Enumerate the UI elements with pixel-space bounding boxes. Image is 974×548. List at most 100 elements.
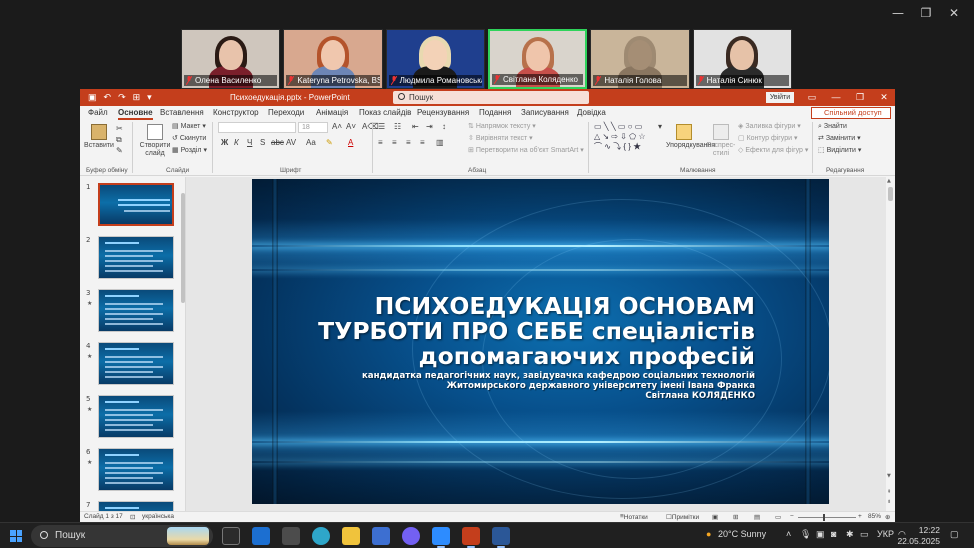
ppt-minimize-icon[interactable]: — — [824, 91, 848, 103]
clock[interactable]: 12:22 22.05.2025 — [897, 525, 940, 547]
undo-icon[interactable]: ↶ — [104, 92, 112, 103]
scroll-down-icon[interactable]: ▼ — [887, 473, 891, 479]
task-view-icon[interactable] — [222, 527, 240, 545]
arrange-button[interactable]: Упорядкування — [666, 124, 715, 150]
word-app-icon[interactable] — [492, 527, 510, 548]
zoom-slider[interactable] — [798, 517, 856, 518]
shadow-icon[interactable]: S — [260, 138, 265, 147]
shapes-gallery[interactable]: ▭ ╲ ╲ ▭ ○ ▭ △ ↘ ⇨ ⇩ ⬠ ☆ ⌒ ∿ ⤵ { } ★ — [594, 122, 662, 154]
participant-tile[interactable]: Олена Василенко — [181, 29, 281, 89]
ribbon-tab[interactable]: Вставлення — [160, 108, 204, 117]
highlight-icon[interactable]: ✎ — [326, 138, 333, 147]
ribbon-tab[interactable]: Довідка — [577, 108, 606, 117]
edge-icon[interactable] — [312, 527, 330, 545]
ribbon-tab[interactable]: Записування — [521, 108, 569, 117]
redo-icon[interactable]: ↷ — [118, 92, 126, 103]
slide-thumbnail[interactable]: 1 — [84, 183, 180, 229]
slide-thumbnail[interactable]: 6 ★ — [84, 448, 180, 494]
paste-button[interactable]: Вставити — [84, 124, 114, 150]
calculator-icon[interactable] — [282, 527, 300, 545]
ribbon-display-icon[interactable]: ▭ — [800, 91, 824, 103]
decrease-font-icon[interactable]: A˅ — [346, 122, 356, 131]
quick-styles-button[interactable]: Експрес-стилі — [706, 124, 736, 158]
ribbon-tab[interactable]: Файл — [88, 108, 108, 117]
next-slide-icon[interactable]: ⇟ — [887, 499, 891, 505]
scroll-up-icon[interactable]: ▲ — [887, 178, 891, 184]
clear-formatting-icon[interactable]: A⌫ — [362, 122, 379, 131]
share-button[interactable]: Спільний доступ — [811, 107, 891, 119]
present-icon[interactable]: ⊞ — [133, 92, 141, 103]
bold-icon[interactable]: Ж — [221, 138, 228, 147]
line-spacing-icon[interactable]: ↕ — [442, 122, 446, 131]
zoom-in-icon[interactable]: + — [858, 513, 862, 520]
justify-icon[interactable]: ≡ — [420, 138, 425, 147]
language-indicator[interactable]: УКР — [877, 529, 894, 539]
find-button[interactable]: ⌕ Знайти — [818, 122, 847, 132]
slide-title[interactable]: ПСИХОЕДУКАЦІЯ ОСНОВАМ ТУРБОТИ ПРО СЕБЕ с… — [295, 294, 755, 369]
signin-button[interactable]: Увійти — [766, 92, 794, 103]
bluetooth-icon[interactable]: ✱ — [846, 529, 854, 540]
shape-fill-button[interactable]: ◈ Заливка фігури ▾ — [738, 122, 801, 132]
increase-indent-icon[interactable]: ⇥ — [426, 122, 433, 131]
slide-sorter-icon[interactable]: ⊞ — [733, 513, 738, 521]
participant-tile[interactable]: Людмила Романовська — [385, 29, 485, 89]
slide-thumbnail[interactable]: 4 ★ — [84, 342, 180, 388]
bullets-icon[interactable]: ☰ — [378, 122, 385, 131]
minimize-icon[interactable]: — — [884, 4, 912, 22]
select-button[interactable]: ⬚ Виділити ▾ — [818, 146, 861, 156]
replace-button[interactable]: ⇄ Замінити ▾ — [818, 134, 861, 144]
tray-app2-icon[interactable]: ◙ — [831, 529, 836, 539]
font-color-icon[interactable]: A — [348, 138, 353, 147]
weather-label[interactable]: 20°C Sunny — [718, 529, 766, 539]
ribbon-tab[interactable]: Анімація — [316, 108, 348, 117]
smartart-button[interactable]: ⊞ Перетворити на об'єкт SmartArt ▾ — [468, 146, 584, 156]
accessibility-icon[interactable]: ⊡ — [130, 513, 135, 521]
new-slide-button[interactable]: Створити слайд — [138, 124, 172, 158]
powerpoint-app-icon[interactable] — [462, 527, 480, 548]
align-text-button[interactable]: ⇳ Вирівняти текст ▾ — [468, 134, 533, 144]
ppt-close-icon[interactable]: ✕ — [872, 91, 896, 103]
columns-icon[interactable]: ▥ — [436, 138, 444, 147]
slideshow-icon[interactable]: ▭ — [775, 513, 781, 521]
ribbon-tab[interactable]: Подання — [479, 108, 511, 117]
file-explorer-icon[interactable] — [342, 527, 360, 545]
slide-thumbnail[interactable]: 7 — [84, 501, 180, 544]
italic-icon[interactable]: К — [234, 138, 239, 147]
participant-tile[interactable]: Наталія Синюк — [692, 29, 792, 89]
notes-button[interactable]: ≡ Нотатки — [620, 513, 648, 521]
align-right-icon[interactable]: ≡ — [406, 138, 411, 147]
change-case-icon[interactable]: Aa — [306, 138, 316, 147]
slide-thumbnail[interactable]: 2 — [84, 236, 180, 282]
underline-icon[interactable]: Ч — [247, 138, 252, 147]
cut-icon[interactable]: ✂ — [116, 124, 123, 133]
ribbon-tab[interactable]: Основне — [118, 108, 153, 120]
align-center-icon[interactable]: ≡ — [392, 138, 397, 147]
font-size-field[interactable]: 18 — [298, 122, 328, 133]
tray-app-icon[interactable]: ▣ — [816, 529, 825, 540]
text-direction-button[interactable]: ⇅ Напрямок тексту ▾ — [468, 122, 536, 132]
participant-tile[interactable]: Kateryna Petrovska, BS... — [283, 29, 383, 89]
slide-thumbnail[interactable]: 5 ★ — [84, 395, 180, 441]
battery-icon[interactable]: ▭ — [860, 529, 869, 540]
layout-button[interactable]: ▤ Макет ▾ — [172, 122, 206, 132]
zoom-level[interactable]: 85% — [868, 513, 881, 520]
shapes-more-icon[interactable]: ▾ — [658, 122, 662, 131]
format-painter-icon[interactable]: ✎ — [116, 146, 123, 155]
save-icon[interactable]: ▣ — [88, 92, 97, 103]
reset-button[interactable]: ↺ Скинути — [172, 134, 206, 144]
thumbnails-scrollbar[interactable] — [180, 183, 186, 503]
mic-icon[interactable]: 🎙 — [800, 529, 811, 540]
fit-slide-icon[interactable]: ⊕ — [885, 513, 890, 521]
start-icon[interactable] — [10, 530, 22, 542]
language-label[interactable]: українська — [142, 513, 174, 520]
ribbon-tab[interactable]: Показ слайдів — [359, 108, 411, 117]
slide-canvas[interactable]: ПСИХОЕДУКАЦІЯ ОСНОВАМ ТУРБОТИ ПРО СЕБЕ с… — [252, 179, 829, 504]
notifications-icon[interactable]: ▢ — [950, 529, 959, 540]
ppt-restore-icon[interactable]: ❐ — [848, 91, 872, 103]
normal-view-icon[interactable]: ▣ — [712, 513, 718, 521]
numbering-icon[interactable]: ☷ — [394, 122, 401, 131]
align-left-icon[interactable]: ≡ — [378, 138, 383, 147]
slide-subtitle[interactable]: кандидатка педагогічних наук, завідувачк… — [295, 371, 755, 401]
participant-tile[interactable]: Наталія Голова — [590, 29, 690, 89]
slide-scrollbar[interactable]: ▲ ▼ ⇞ ⇟ — [886, 177, 895, 511]
